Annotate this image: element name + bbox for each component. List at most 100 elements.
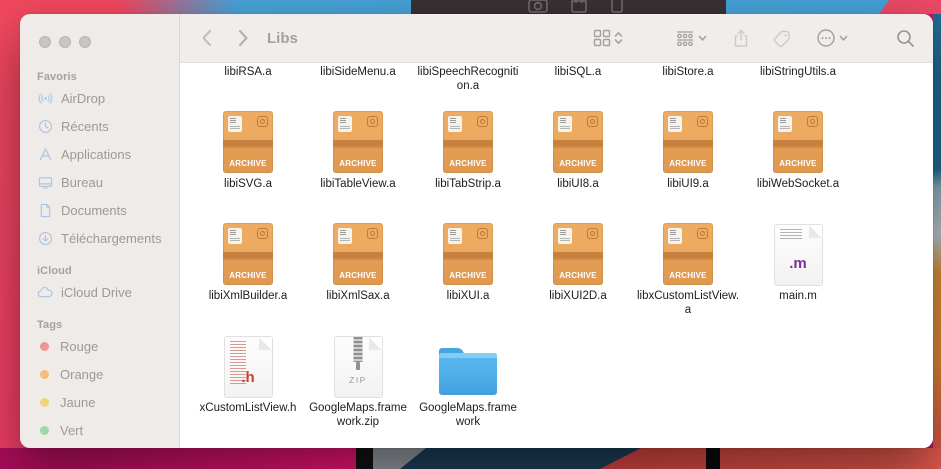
sidebar-item[interactable]: iCloud Drive — [20, 278, 179, 306]
file-name: libiUI8.a — [557, 178, 599, 190]
file-item[interactable]: ARCHIVE libiTabStrip.a — [413, 111, 523, 223]
archive-file-icon: ARCHIVE — [443, 111, 493, 173]
file-name: libiStore.a — [662, 66, 714, 78]
file-item[interactable]: ARCHIVE libiWebSocket.a — [743, 111, 853, 223]
archive-file-icon: ARCHIVE — [443, 223, 493, 285]
sidebar-item-label: iCloud Drive — [61, 284, 132, 300]
file-item[interactable]: GoogleMaps.framework — [413, 335, 523, 447]
file-item[interactable]: ARCHIVE libiUI9.a — [633, 111, 743, 223]
sidebar-item-label: Jaune — [60, 394, 96, 410]
sidebar-body: Favoris AirDrop Récents Applications Bur… — [20, 14, 179, 444]
tag-button[interactable] — [773, 25, 792, 51]
file-item[interactable]: libiSQL.a — [523, 63, 633, 111]
file-name: libiSVG.a — [224, 178, 272, 190]
sidebar-tag-item[interactable]: Vert — [20, 416, 179, 444]
chevron-down-icon — [839, 35, 848, 42]
more-options-icon — [817, 29, 835, 47]
back-button[interactable] — [195, 26, 217, 50]
search-button[interactable] — [896, 25, 915, 51]
archive-file-icon: ARCHIVE — [333, 111, 383, 173]
close-button[interactable] — [39, 36, 51, 48]
zoom-button[interactable] — [79, 36, 91, 48]
tag-color-dot — [40, 397, 49, 407]
file-name: libiSpeechRecognition.a — [417, 66, 519, 92]
file-name: libiSQL.a — [554, 66, 602, 78]
sidebar-tag-item[interactable]: Rouge — [20, 332, 179, 360]
file-item[interactable]: ARCHIVE libiTableView.a — [303, 111, 413, 223]
group-by-button[interactable] — [675, 25, 707, 51]
file-item[interactable]: ARCHIVE libiXUI2D.a — [523, 223, 633, 335]
sidebar-section-header: Tags — [37, 319, 63, 331]
bag-icon[interactable] — [569, 0, 589, 14]
sidebar-item-label: Rouge — [60, 338, 99, 354]
file-name: libiTabStrip.a — [435, 178, 501, 190]
file-item[interactable]: ARCHIVE libiXUI.a — [413, 223, 523, 335]
sidebar-item-label: Vert — [60, 422, 84, 438]
file-name: libiXmlBuilder.a — [208, 290, 288, 302]
icon-view-button[interactable] — [593, 25, 623, 51]
file-item[interactable]: ARCHIVE libiSVG.a — [193, 111, 303, 223]
desktop-icon — [38, 176, 52, 189]
archive-file-icon: ARCHIVE — [663, 111, 713, 173]
minimize-button[interactable] — [59, 36, 71, 48]
file-item[interactable]: ZIP GoogleMaps.framework.zip — [303, 335, 413, 447]
archive-file-icon: ARCHIVE — [223, 111, 273, 173]
file-item[interactable]: ARCHIVE libiUI8.a — [523, 111, 633, 223]
finder-main: Libs libiRSA.a libiSideMenu.a libiSpeech… — [180, 14, 933, 448]
archive-file-icon: ARCHIVE — [553, 111, 603, 173]
chevron-left-icon — [201, 29, 211, 47]
tag-color-dot — [40, 369, 49, 379]
archive-file-icon: ARCHIVE — [663, 223, 713, 285]
sidebar-item-label: Bureau — [61, 174, 103, 190]
sidebar-section: Favoris AirDrop Récents Applications Bur… — [20, 71, 179, 252]
camera-icon[interactable] — [527, 0, 549, 14]
sidebar-tag-item[interactable]: Jaune — [20, 388, 179, 416]
device-icon[interactable] — [610, 0, 624, 14]
share-button[interactable] — [733, 25, 749, 51]
file-item[interactable]: libiSpeechRecognition.a — [413, 63, 523, 111]
sidebar-item[interactable]: Téléchargements — [20, 224, 179, 252]
clock-icon — [38, 119, 52, 133]
sidebar-item-label: Récents — [61, 118, 109, 134]
finder-window: Favoris AirDrop Récents Applications Bur… — [20, 14, 933, 448]
file-item[interactable]: .h xCustomListView.h — [193, 335, 303, 447]
sidebar-item[interactable]: AirDrop — [20, 84, 179, 112]
file-name: GoogleMaps.framework — [419, 402, 517, 428]
airdrop-icon — [38, 92, 52, 104]
archive-file-icon: ARCHIVE — [333, 223, 383, 285]
group-by-icon — [677, 31, 693, 46]
search-icon — [897, 29, 914, 47]
chevron-down-icon — [698, 35, 707, 42]
more-options-button[interactable] — [816, 25, 848, 51]
file-item[interactable]: libiRSA.a — [193, 63, 303, 111]
file-item[interactable]: libiStore.a — [633, 63, 743, 111]
file-name: libiSideMenu.a — [320, 66, 396, 78]
forward-button[interactable] — [232, 26, 254, 50]
file-item[interactable]: ARCHIVE libiXmlSax.a — [303, 223, 413, 335]
file-name: xCustomListView.h — [199, 402, 297, 414]
background-shape-black — [706, 448, 720, 469]
sidebar-item[interactable]: Bureau — [20, 168, 179, 196]
window-title: Libs — [267, 29, 298, 47]
sidebar-item-label: AirDrop — [61, 90, 106, 106]
sidebar-item[interactable]: Récents — [20, 112, 179, 140]
archive-file-icon: ARCHIVE — [223, 223, 273, 285]
grid-view-icon — [593, 29, 611, 47]
file-item[interactable]: libiSideMenu.a — [303, 63, 413, 111]
sidebar-tag-item[interactable]: Orange — [20, 360, 179, 388]
wallpaper-top-corner — [879, 0, 941, 14]
background-shape-red — [600, 448, 941, 469]
file-item[interactable]: .m main.m — [743, 223, 853, 335]
file-item[interactable]: libiStringUtils.a — [743, 63, 853, 111]
document-icon — [40, 203, 50, 217]
file-item[interactable]: ARCHIVE libxCustomListView.a — [633, 223, 743, 335]
sidebar-item[interactable]: Applications — [20, 140, 179, 168]
file-name: libiTableView.a — [320, 178, 396, 190]
share-icon — [734, 29, 748, 47]
tag-icon — [773, 30, 790, 47]
file-item[interactable]: ARCHIVE libiXmlBuilder.a — [193, 223, 303, 335]
file-name: GoogleMaps.framework.zip — [309, 402, 407, 428]
background-shape-black — [356, 448, 373, 469]
sidebar-item[interactable]: Documents — [20, 196, 179, 224]
chevron-right-icon — [238, 29, 248, 47]
